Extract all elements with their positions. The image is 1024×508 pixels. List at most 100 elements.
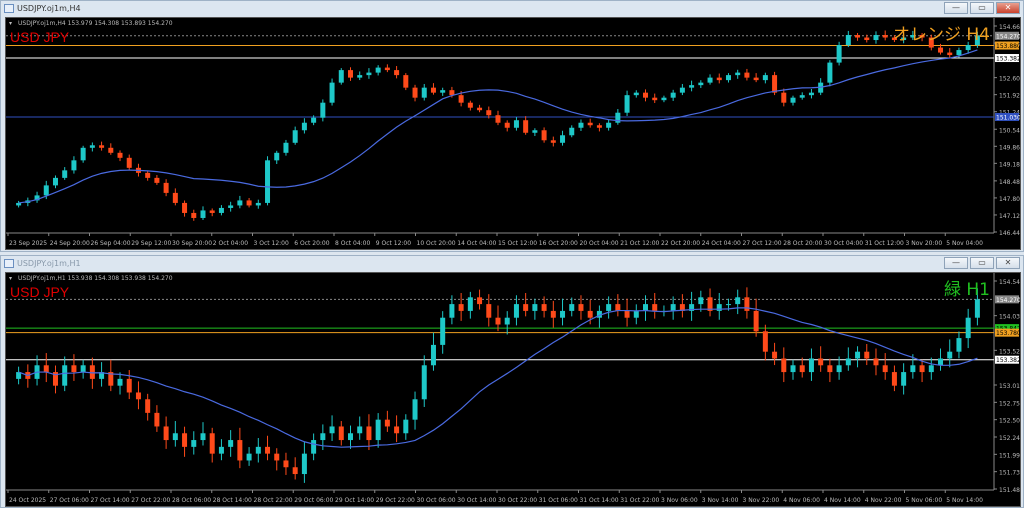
maximize-button[interactable]: ▭ [970, 257, 994, 269]
collapse-arrow-icon: ▾ [9, 20, 12, 27]
time-tick-label: 24 Sep 20:00 [50, 240, 90, 247]
bearish-candle [578, 304, 584, 311]
bullish-candle [947, 351, 953, 359]
time-tick-label: 23 Sep 2025 [9, 240, 47, 247]
bearish-candle [430, 87, 436, 93]
chart-info-label: USDJPY.oj1m,H4 153.979 154.308 153.893 1… [18, 20, 173, 27]
bearish-candle [947, 52, 953, 56]
symbol-label: USD JPY [10, 284, 70, 300]
minimize-button[interactable]: — [944, 2, 968, 14]
bullish-candle [80, 147, 86, 161]
bullish-candle [606, 122, 612, 128]
bearish-candle [652, 304, 658, 311]
chart-window-icon [4, 4, 14, 13]
window-titlebar[interactable]: USDJPY.oj1m,H1 — ▭ ✕ [1, 256, 1023, 272]
bearish-candle [458, 95, 464, 103]
bullish-candle [246, 453, 252, 461]
minimize-button[interactable]: — [944, 257, 968, 269]
bullish-candle [237, 200, 243, 206]
price-tick-label: 153.010 [999, 383, 1020, 390]
price-tick-label: 153.520 [999, 348, 1020, 355]
price-chart-h1[interactable]: 154.540 154.030 153.520 153.010 152.755 152.5… [5, 272, 1021, 507]
bullish-candle [513, 120, 519, 128]
price-tick-label: 149.180 [999, 161, 1020, 168]
bearish-candle [495, 115, 501, 123]
bearish-candle [652, 97, 658, 101]
bearish-candle [772, 351, 778, 359]
price-tick-label: 154.660 [999, 24, 1020, 31]
bearish-candle [394, 426, 400, 434]
bullish-candle [735, 72, 741, 76]
bearish-candle [744, 72, 750, 78]
price-chart-h4[interactable]: 154.660153.980152.600151.920151.240150.5… [5, 17, 1021, 250]
bullish-candle [255, 202, 261, 206]
time-tick-label: 30 Sep 20:00 [172, 240, 212, 247]
bullish-candle [301, 453, 307, 475]
time-tick-label: 15 Oct 12:00 [498, 240, 537, 247]
time-tick-label: 31 Oct 06:00 [539, 497, 578, 504]
bullish-candle [938, 358, 944, 366]
bearish-candle [283, 460, 289, 468]
bearish-candle [882, 35, 888, 38]
bullish-candle [808, 358, 814, 373]
bearish-candle [523, 120, 529, 133]
time-tick-label: 4 Nov 06:00 [783, 497, 820, 504]
level-price-label: 153.382 [996, 357, 1020, 364]
bullish-candle [974, 299, 980, 318]
bearish-candle [550, 310, 556, 318]
bullish-candle [725, 75, 731, 81]
bullish-candle [633, 92, 639, 96]
time-tick-label: 4 Nov 14:00 [824, 497, 861, 504]
bearish-candle [624, 310, 630, 318]
bullish-candle [569, 304, 575, 311]
bullish-candle [633, 310, 639, 318]
bullish-candle [698, 82, 704, 86]
bullish-candle [698, 297, 704, 305]
time-tick-label: 30 Oct 04:00 [824, 240, 863, 247]
maximize-button[interactable]: ▭ [970, 2, 994, 14]
bearish-candle [71, 365, 77, 373]
bullish-candle [218, 446, 224, 454]
price-tick-label: 150.540 [999, 127, 1020, 134]
bearish-candle [541, 304, 547, 311]
bearish-candle [403, 75, 409, 88]
bullish-candle [910, 365, 916, 373]
time-tick-label: 30 Oct 06:00 [417, 497, 456, 504]
level-price-label: 154.270 [996, 297, 1020, 304]
bullish-candle [532, 130, 538, 133]
bullish-candle [735, 297, 741, 305]
close-button[interactable]: ✕ [996, 2, 1020, 14]
time-tick-label: 27 Oct 14:00 [91, 497, 130, 504]
bullish-candle [845, 35, 851, 46]
bullish-candle [449, 304, 455, 318]
window-titlebar[interactable]: USDJPY.oj1m,H4 — ▭ ✕ [1, 1, 1023, 17]
bullish-candle [320, 433, 326, 441]
bearish-candle [753, 310, 759, 332]
bullish-candle [836, 365, 842, 373]
price-tick-label: 149.860 [999, 144, 1020, 151]
bearish-candle [384, 419, 390, 427]
time-tick-label: 4 Nov 22:00 [865, 497, 902, 504]
bearish-candle [209, 210, 215, 213]
time-tick-label: 3 Nov 06:00 [661, 497, 698, 504]
bullish-candle [228, 205, 234, 208]
bullish-candle [80, 365, 86, 373]
bearish-candle [596, 125, 602, 128]
price-tick-label: 151.480 [999, 487, 1020, 494]
moving-average-line [18, 49, 978, 204]
bullish-candle [504, 317, 510, 325]
price-tick-label: 151.735 [999, 470, 1020, 477]
time-tick-label: 22 Oct 20:00 [661, 240, 700, 247]
close-button[interactable]: ✕ [996, 257, 1020, 269]
bullish-candle [311, 117, 317, 123]
bearish-candle [246, 200, 252, 206]
price-tick-label: 151.920 [999, 93, 1020, 100]
bullish-candle [855, 351, 861, 359]
bearish-candle [855, 35, 861, 38]
time-tick-label: 30 Oct 14:00 [457, 497, 496, 504]
bullish-candle [606, 304, 612, 311]
bearish-candle [43, 365, 49, 373]
time-tick-label: 24 Oct 04:00 [702, 240, 741, 247]
bullish-candle [52, 177, 58, 186]
bearish-candle [191, 212, 197, 218]
